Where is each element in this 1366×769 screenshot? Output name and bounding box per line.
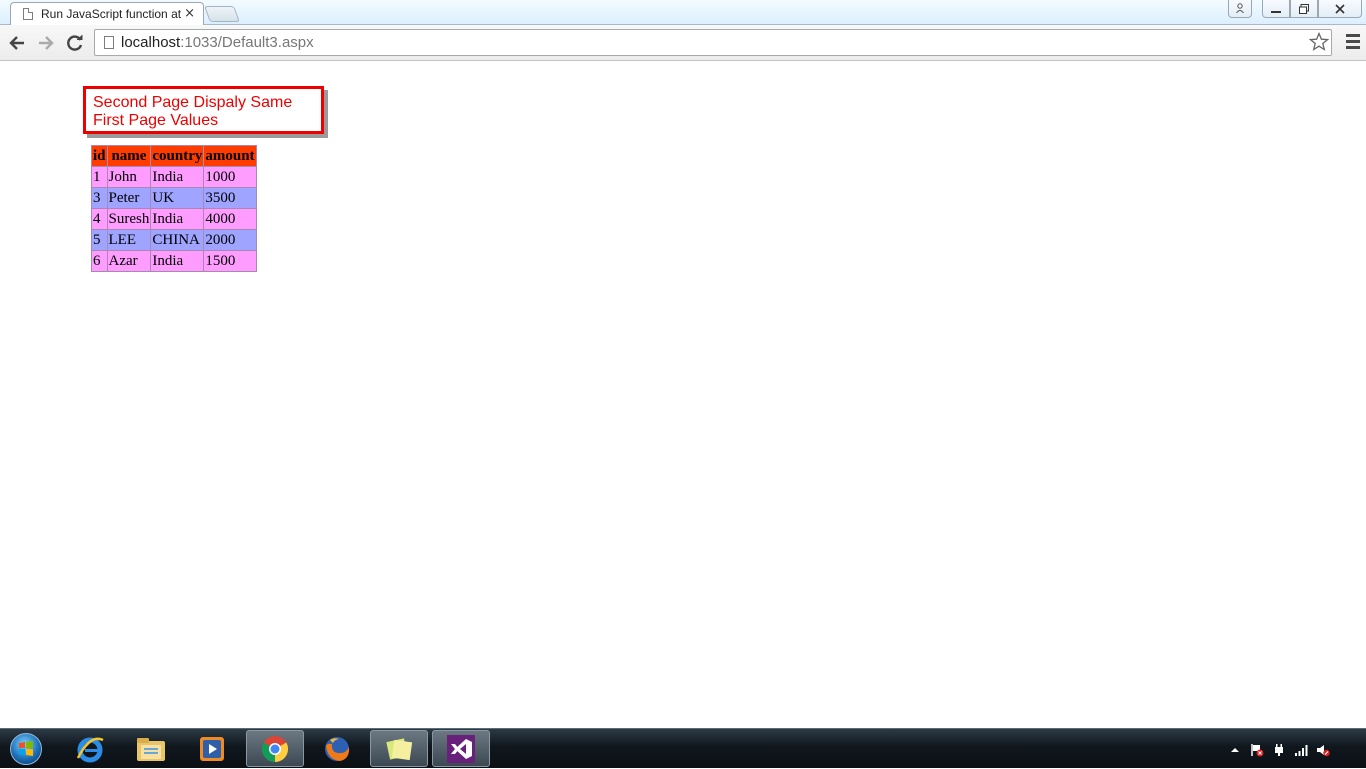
minimize-button[interactable]: [1262, 0, 1290, 18]
data-grid: id name country amount 1 John India 1000…: [91, 145, 257, 272]
forward-arrow-icon: [39, 36, 54, 50]
media-player-icon: [200, 736, 224, 761]
start-button[interactable]: [5, 731, 47, 767]
taskbar-file-explorer[interactable]: [122, 730, 180, 767]
taskbar-sticky-notes[interactable]: [370, 730, 428, 767]
url-host: localhost: [121, 34, 181, 51]
window-controls: [1262, 0, 1362, 20]
taskbar-media-player[interactable]: [183, 730, 241, 767]
close-icon: [1335, 3, 1345, 14]
reload-icon: [67, 35, 83, 51]
profile-button[interactable]: [1228, 0, 1252, 18]
cell-country: India: [150, 250, 205, 272]
network-signal-icon[interactable]: [1294, 743, 1308, 757]
cell-name: Suresh: [106, 208, 152, 230]
header-name: name: [106, 145, 152, 167]
header-amount: amount: [203, 145, 257, 167]
file-explorer-icon: [137, 737, 165, 761]
back-arrow-icon: [9, 36, 24, 50]
message-line-1: Second Page Dispaly Same: [93, 94, 293, 111]
cell-amount: 2000: [203, 229, 257, 251]
volume-muted-icon[interactable]: [1316, 743, 1330, 757]
browser-titlebar: Run JavaScript function at ×: [0, 0, 1366, 25]
table-row: 4 Suresh India 4000: [91, 208, 257, 230]
table-row: 1 John India 1000: [91, 166, 257, 188]
power-plug-icon[interactable]: [1272, 743, 1286, 757]
table-row: 6 Azar India 1500: [91, 250, 257, 272]
close-window-button[interactable]: [1318, 0, 1362, 18]
cell-id: 3: [91, 187, 108, 209]
windows-taskbar: [0, 728, 1366, 768]
url-text[interactable]: localhost:1033/Default3.aspx: [121, 34, 314, 51]
table-row: 3 Peter UK 3500: [91, 187, 257, 209]
tab-close-icon[interactable]: ×: [184, 6, 195, 21]
cell-name: LEE: [106, 229, 152, 251]
page-icon: [104, 36, 114, 49]
url-path: :1033/Default3.aspx: [180, 34, 314, 51]
taskbar-internet-explorer[interactable]: [61, 730, 119, 767]
tab-title: Run JavaScript function at: [41, 7, 182, 21]
taskbar-firefox[interactable]: [308, 730, 366, 767]
internet-explorer-icon: [76, 737, 104, 762]
chrome-menu-button[interactable]: [1346, 34, 1360, 50]
cell-id: 6: [91, 250, 108, 272]
header-country: country: [150, 145, 205, 167]
back-button[interactable]: [6, 32, 28, 54]
system-tray: [1226, 729, 1366, 769]
restore-icon: [1299, 3, 1309, 14]
reload-button[interactable]: [64, 32, 86, 54]
browser-toolbar: localhost:1033/Default3.aspx: [0, 25, 1366, 61]
minimize-icon: [1271, 10, 1281, 13]
cell-amount: 1000: [203, 166, 257, 188]
address-bar[interactable]: localhost:1033/Default3.aspx: [94, 29, 1332, 56]
cell-name: Azar: [106, 250, 152, 272]
action-center-flag-icon[interactable]: [1250, 743, 1264, 757]
cell-name: John: [106, 166, 152, 188]
cell-country: CHINA: [150, 229, 205, 251]
cell-id: 4: [91, 208, 108, 230]
cell-amount: 4000: [203, 208, 257, 230]
visual-studio-icon: [447, 734, 475, 763]
page-icon: [23, 8, 33, 20]
table-row: 5 LEE CHINA 2000: [91, 229, 257, 251]
cell-amount: 3500: [203, 187, 257, 209]
cell-country: India: [150, 166, 205, 188]
windows-logo-icon: [10, 733, 42, 765]
bookmark-star-icon[interactable]: [1309, 32, 1329, 52]
firefox-icon: [325, 736, 350, 761]
message-box: Second Page Dispaly Same First Page Valu…: [83, 86, 324, 134]
restore-button[interactable]: [1290, 0, 1318, 18]
chrome-icon: [261, 735, 289, 762]
new-tab-button[interactable]: [204, 6, 240, 22]
cell-name: Peter: [106, 187, 152, 209]
browser-tab[interactable]: Run JavaScript function at ×: [10, 2, 204, 25]
cell-amount: 1500: [203, 250, 257, 272]
taskbar-chrome[interactable]: [246, 730, 304, 767]
forward-button[interactable]: [35, 32, 57, 54]
taskbar-visual-studio[interactable]: [432, 730, 490, 767]
cell-country: India: [150, 208, 205, 230]
cell-id: 1: [91, 166, 108, 188]
grid-header-row: id name country amount: [91, 145, 257, 167]
cell-country: UK: [150, 187, 205, 209]
show-hidden-icons-icon[interactable]: [1228, 743, 1242, 757]
message-line-2: First Page Values: [93, 112, 219, 129]
header-id: id: [91, 145, 108, 167]
person-icon: [1236, 3, 1244, 13]
sticky-notes-icon: [386, 737, 413, 760]
cell-id: 5: [91, 229, 108, 251]
